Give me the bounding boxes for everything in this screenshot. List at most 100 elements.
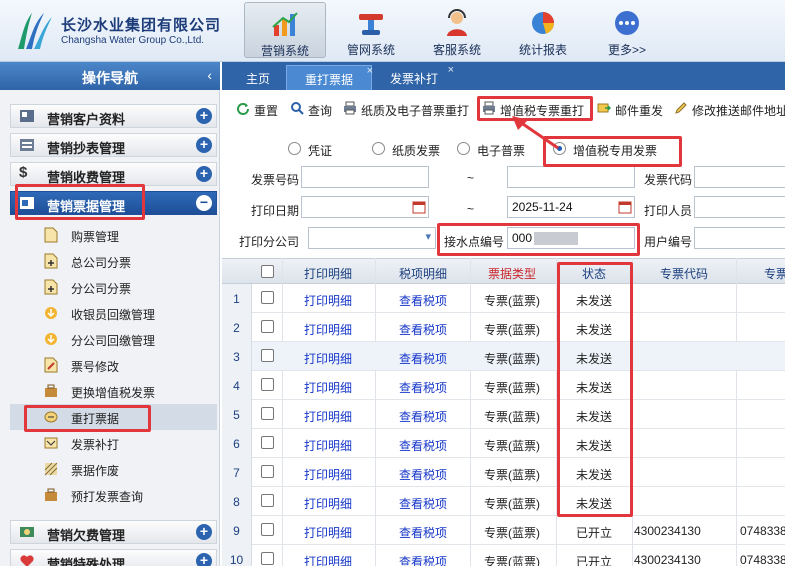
table-row[interactable]: 3 打印明细 查看税项 专票(蓝票) 未发送 [222, 342, 785, 371]
expand-icon[interactable]: + [196, 166, 212, 182]
print-date-to-input[interactable] [507, 196, 635, 218]
view-tax-link[interactable]: 查看税项 [378, 379, 468, 396]
collapse-sidebar-icon[interactable]: ‹ [207, 67, 212, 83]
sidebar-item-label: 收银员回缴管理 [71, 308, 156, 322]
print-detail-link[interactable]: 打印明细 [284, 379, 372, 396]
print-detail-link[interactable]: 打印明细 [284, 524, 372, 541]
nav-customer-service[interactable]: 客服系统 [416, 2, 498, 58]
sidebar-item-number-edit[interactable]: 票号修改 [10, 352, 217, 378]
sidebar-item-cashier-return[interactable]: 收银员回缴管理 [10, 300, 217, 326]
invoice-no-to-input[interactable] [507, 166, 635, 188]
table-row[interactable]: 7 打印明细 查看税项 专票(蓝票) 未发送 [222, 458, 785, 487]
nav-label: 营销系统 [260, 44, 309, 58]
row-checkbox[interactable] [261, 523, 274, 536]
view-tax-link[interactable]: 查看税项 [378, 466, 468, 483]
row-number: 9 [222, 516, 252, 545]
tab-invoice-supplement[interactable]: 发票补打 × [376, 64, 454, 90]
print-detail-link[interactable]: 打印明细 [284, 292, 372, 309]
sidebar-item-label: 分公司回缴管理 [71, 334, 156, 348]
row-checkbox[interactable] [261, 378, 274, 391]
view-tax-link[interactable]: 查看税项 [378, 350, 468, 367]
nav-more[interactable]: 更多>> [586, 2, 668, 58]
row-checkbox[interactable] [261, 320, 274, 333]
sidebar-item-invoice-supplement[interactable]: 发票补打 [10, 430, 217, 456]
header-status[interactable]: 状态 [558, 265, 630, 282]
view-tax-link[interactable]: 查看税项 [378, 408, 468, 425]
sidebar-group-customer[interactable]: 营销客户资料 + [10, 104, 217, 128]
sidebar-group-invoice[interactable]: 营销票据管理 − [10, 191, 217, 215]
print-detail-link[interactable]: 打印明细 [284, 321, 372, 338]
table-row[interactable]: 10 打印明细 查看税项 专票(蓝票) 已开立 4300234130 0748338 [222, 545, 785, 566]
table-row[interactable]: 5 打印明细 查看税项 专票(蓝票) 未发送 [222, 400, 785, 429]
collapse-icon[interactable]: − [196, 195, 212, 211]
tab-home[interactable]: 主页 [236, 65, 280, 90]
row-checkbox[interactable] [261, 407, 274, 420]
print-detail-link[interactable]: 打印明细 [284, 495, 372, 512]
pie-chart-icon [532, 12, 554, 34]
table-row[interactable]: 8 打印明细 查看税项 专票(蓝票) 未发送 [222, 487, 785, 516]
sidebar-item-hq-split[interactable]: 总公司分票 [10, 248, 217, 274]
table-row[interactable]: 1 打印明细 查看税项 专票(蓝票) 未发送 [222, 284, 785, 313]
printer-input[interactable] [694, 196, 785, 218]
expand-icon[interactable]: + [196, 108, 212, 124]
nav-marketing-system[interactable]: 营销系统 [244, 2, 326, 58]
table-row[interactable]: 6 打印明细 查看税项 专票(蓝票) 未发送 [222, 429, 785, 458]
tab-reprint-invoice[interactable]: 重打票据 × [286, 65, 373, 90]
view-tax-link[interactable]: 查看税项 [378, 437, 468, 454]
row-checkbox[interactable] [261, 552, 274, 565]
sidebar-item-branch-return[interactable]: 分公司回缴管理 [10, 326, 217, 352]
print-date-from-input[interactable] [301, 196, 429, 218]
table-row[interactable]: 9 打印明细 查看税项 专票(蓝票) 已开立 4300234130 0748338 [222, 516, 785, 545]
invoice-code-input[interactable] [694, 166, 785, 188]
print-detail-link[interactable]: 打印明细 [284, 553, 372, 566]
sidebar-item-preprint-query[interactable]: 预打发票查询 [10, 482, 217, 508]
expand-icon[interactable]: + [196, 524, 212, 540]
water-point-input[interactable]: 000 [507, 227, 635, 249]
calendar-icon[interactable] [412, 200, 426, 214]
branch-select[interactable]: ▾ [308, 227, 436, 249]
close-tab-icon[interactable]: × [367, 65, 373, 77]
header-invoice-type[interactable]: 票据类型 [472, 265, 552, 282]
row-checkbox[interactable] [261, 494, 274, 507]
user-no-input[interactable] [694, 227, 785, 249]
print-detail-link[interactable]: 打印明细 [284, 408, 372, 425]
view-tax-link[interactable]: 查看税项 [378, 321, 468, 338]
range-separator: ~ [467, 171, 475, 185]
table-row[interactable]: 4 打印明细 查看税项 专票(蓝票) 未发送 [222, 371, 785, 400]
sidebar-group-charge[interactable]: $ 营销收费管理 + [10, 162, 217, 186]
sidebar-group-special[interactable]: 营销特殊处理 + [10, 549, 217, 566]
print-detail-link[interactable]: 打印明细 [284, 350, 372, 367]
sidebar-header: 操作导航 ‹ [0, 62, 220, 90]
view-tax-link[interactable]: 查看税项 [378, 495, 468, 512]
invoice-no-from-input[interactable] [301, 166, 429, 188]
view-tax-link[interactable]: 查看税项 [378, 524, 468, 541]
sidebar-item-replace-vat[interactable]: 更换增值税发票 [10, 378, 217, 404]
row-checkbox[interactable] [261, 349, 274, 362]
print-detail-link[interactable]: 打印明细 [284, 437, 372, 454]
expand-icon[interactable]: + [196, 137, 212, 153]
sidebar-item-void-invoice[interactable]: 票据作废 [10, 456, 217, 482]
sidebar-group-meter[interactable]: 营销抄表管理 + [10, 133, 217, 157]
close-tab-icon[interactable]: × [448, 64, 454, 76]
select-all-checkbox[interactable] [261, 265, 274, 278]
sidebar-item-buy-invoice[interactable]: 购票管理 [10, 222, 217, 248]
nav-pipeline-system[interactable]: 管网系统 [330, 2, 412, 58]
dollar-icon: $ [19, 164, 28, 181]
calendar-icon[interactable] [618, 200, 632, 214]
group-label: 营销票据管理 [47, 199, 126, 214]
header-invoice-number[interactable]: 专票 [740, 265, 785, 282]
print-detail-link[interactable]: 打印明细 [284, 466, 372, 483]
button-label: 重置 [254, 104, 279, 118]
view-tax-link[interactable]: 查看税项 [378, 292, 468, 309]
nav-statistics[interactable]: 统计报表 [502, 2, 584, 58]
sidebar-group-arrears[interactable]: 营销欠费管理 + [10, 520, 217, 544]
view-tax-link[interactable]: 查看税项 [378, 553, 468, 566]
expand-icon[interactable]: + [196, 553, 212, 566]
row-checkbox[interactable] [261, 291, 274, 304]
header-invoice-code[interactable]: 专票代码 [634, 265, 734, 282]
table-row[interactable]: 2 打印明细 查看税项 专票(蓝票) 未发送 [222, 313, 785, 342]
row-checkbox[interactable] [261, 465, 274, 478]
sidebar-item-branch-split[interactable]: 分公司分票 [10, 274, 217, 300]
sidebar-item-reprint-invoice[interactable]: 重打票据 [10, 404, 217, 430]
row-checkbox[interactable] [261, 436, 274, 449]
